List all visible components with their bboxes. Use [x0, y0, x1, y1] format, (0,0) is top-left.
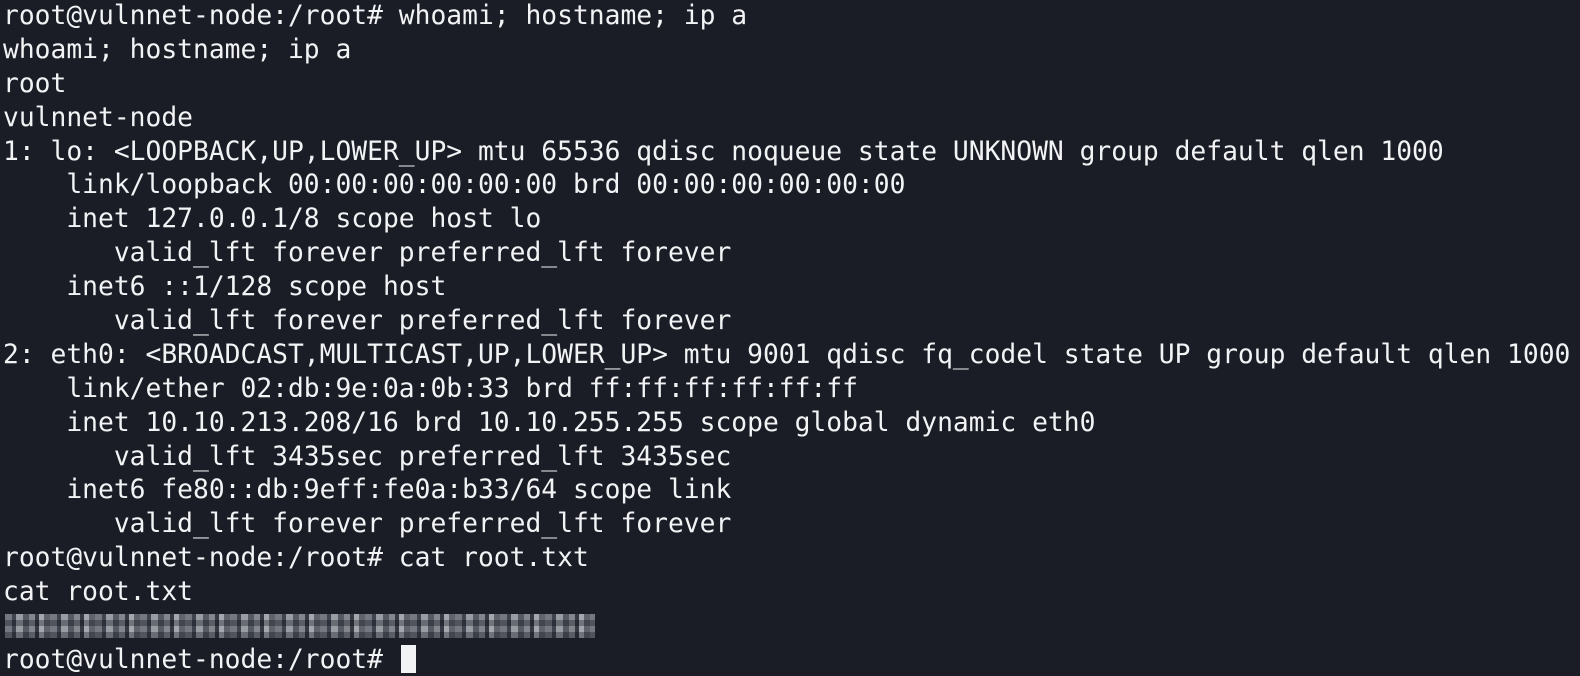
redacted-output-line	[0, 610, 1580, 644]
terminal-line: valid_lft forever preferred_lft forever	[3, 509, 732, 540]
terminal-line: inet 10.10.213.208/16 brd 10.10.255.255 …	[3, 407, 1096, 438]
terminal-line: valid_lft forever preferred_lft forever	[3, 238, 732, 269]
shell-prompt: root@vulnnet-node:/root#	[3, 644, 399, 675]
terminal-line: root@vulnnet-node:/root# whoami; hostnam…	[3, 1, 748, 31]
terminal-line: root	[3, 68, 67, 99]
terminal-line: vulnnet-node	[3, 102, 193, 133]
terminal-line: link/ether 02:db:9e:0a:0b:33 brd ff:ff:f…	[3, 373, 858, 404]
prompt-line[interactable]: root@vulnnet-node:/root#	[0, 644, 1580, 676]
terminal-line: whoami; hostname; ip a	[3, 34, 352, 65]
terminal-line: inet6 ::1/128 scope host	[3, 272, 447, 303]
terminal-line: valid_lft forever preferred_lft forever	[3, 306, 732, 337]
terminal-line: 2: eth0: <BROADCAST,MULTICAST,UP,LOWER_U…	[3, 339, 1571, 370]
text-cursor	[400, 644, 416, 673]
terminal-line: inet 127.0.0.1/8 scope host lo	[3, 204, 542, 235]
terminal-line: link/loopback 00:00:00:00:00:00 brd 00:0…	[3, 170, 906, 201]
terminal-line: inet6 fe80::db:9eff:fe0a:b33/64 scope li…	[3, 475, 732, 506]
terminal-line: cat root.txt	[3, 577, 193, 608]
redacted-flag-overlay	[5, 614, 595, 639]
terminal-line: 1: lo: <LOOPBACK,UP,LOWER_UP> mtu 65536 …	[3, 136, 1444, 167]
terminal-window[interactable]: root@vulnnet-node:/root# whoami; hostnam…	[0, 0, 1580, 676]
terminal-line: root@vulnnet-node:/root# cat root.txt	[3, 543, 589, 574]
terminal-line: valid_lft 3435sec preferred_lft 3435sec	[3, 441, 732, 472]
